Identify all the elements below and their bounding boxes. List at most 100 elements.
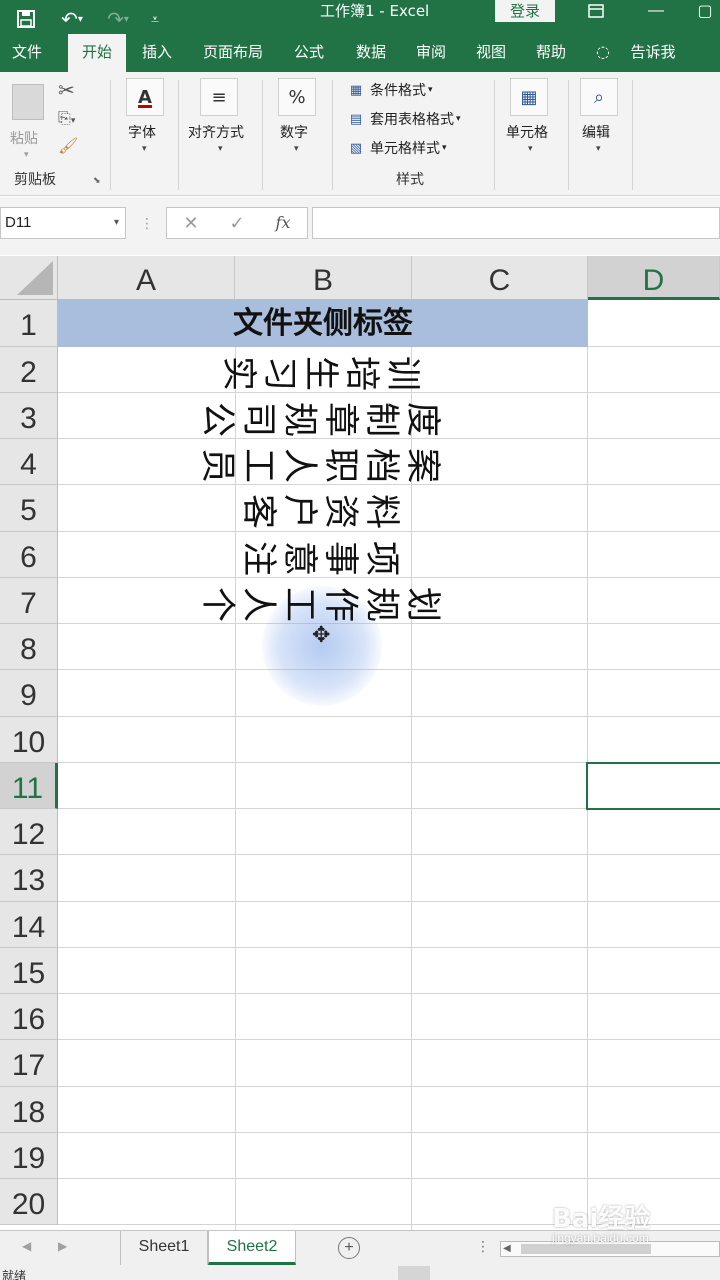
formula-input[interactable]	[312, 207, 720, 239]
tab-file[interactable]: 文件	[4, 34, 50, 72]
row-header-3[interactable]: 3	[0, 393, 58, 439]
clipboard-launcher-icon[interactable]: ⬊	[93, 176, 101, 186]
font-icon: A	[126, 78, 164, 116]
tab-data[interactable]: 数据	[346, 34, 396, 72]
tab-review[interactable]: 审阅	[406, 34, 456, 72]
tab-formulas[interactable]: 公式	[284, 34, 334, 72]
gridline	[58, 947, 720, 948]
cell-b3-entry[interactable]: 公司规章制度	[58, 396, 588, 447]
cell-b4-entry[interactable]: 员工人职档案	[58, 442, 588, 493]
row-header-4[interactable]: 4	[0, 439, 58, 485]
more-options-icon[interactable]: ⋮	[140, 207, 154, 239]
paste-button[interactable]: 粘贴 ▾	[6, 80, 50, 160]
chevron-down-icon: ▾	[113, 217, 119, 228]
cells-button[interactable]: ▦ 单元格 ▾	[504, 78, 560, 164]
row-header-12[interactable]: 12	[0, 809, 58, 855]
editing-button[interactable]: ⌕ 编辑 ▾	[578, 78, 624, 164]
cell-styles-label: 单元格样式	[370, 141, 440, 157]
row-header-11[interactable]: 11	[0, 763, 58, 809]
row-header-19[interactable]: 19	[0, 1133, 58, 1179]
formula-bar: D11 ▾ ⋮ ✕ ✓ fx	[0, 197, 720, 255]
more-sheets-icon[interactable]: ⋮	[476, 1238, 490, 1255]
select-all-icon	[17, 261, 53, 295]
conditional-formatting-button[interactable]: ▦ 条件格式 ▾	[346, 80, 433, 100]
tab-view[interactable]: 视图	[466, 34, 516, 72]
name-box[interactable]: D11 ▾	[0, 207, 126, 239]
insert-function-icon[interactable]: fx	[268, 207, 298, 239]
font-button[interactable]: A 字体 ▾	[122, 78, 168, 164]
maximize-icon[interactable]: ▢	[690, 0, 720, 22]
number-label: 数字	[280, 125, 308, 141]
row-header-14[interactable]: 14	[0, 902, 58, 948]
row-header-5[interactable]: 5	[0, 485, 58, 532]
ribbon-home: 粘贴 ▾ ✂ ⎘▾ 🖌 剪贴板 ⬊ A 字体 ▾ ≡ 对齐方式 ▾ % 数字 ▾…	[0, 72, 720, 196]
number-button[interactable]: % 数字 ▾	[274, 78, 320, 164]
row-header-8[interactable]: 8	[0, 624, 58, 670]
search-icon: ⌕	[580, 78, 618, 116]
styles-group-label: 样式	[396, 172, 424, 188]
row-header-9[interactable]: 9	[0, 670, 58, 717]
cell-b6-entry[interactable]: 注意事项	[58, 535, 588, 586]
row-header-17[interactable]: 17	[0, 1040, 58, 1087]
chevron-down-icon: ▾	[456, 114, 461, 124]
column-header-d[interactable]: D	[588, 256, 720, 300]
row-header-7[interactable]: 7	[0, 578, 58, 624]
chevron-down-icon: ▾	[428, 85, 433, 95]
add-sheet-icon[interactable]: +	[338, 1237, 360, 1259]
ribbon-separator	[632, 80, 633, 190]
cell-styles-button[interactable]: ▧ 单元格样式 ▾	[346, 138, 447, 158]
tab-page-layout[interactable]: 页面布局	[196, 34, 270, 72]
tab-home[interactable]: 开始	[68, 34, 126, 72]
row-header-6[interactable]: 6	[0, 532, 58, 578]
cell-b5-entry[interactable]: 客户资料	[58, 488, 588, 539]
paste-dropdown-icon: ▾	[24, 150, 29, 160]
cut-icon[interactable]: ✂	[58, 78, 75, 102]
cell-b2-entry[interactable]: 实习生培训	[58, 350, 588, 401]
normal-view-icon[interactable]	[398, 1266, 430, 1280]
sheet-next-icon[interactable]: ▶	[58, 1239, 67, 1253]
login-button[interactable]: 登录	[495, 0, 555, 22]
select-all-button[interactable]	[0, 256, 58, 300]
ribbon-display-icon[interactable]	[576, 0, 616, 22]
number-dropdown-icon: ▾	[294, 144, 299, 154]
format-painter-icon[interactable]: 🖌	[58, 136, 78, 155]
gridline	[58, 854, 720, 855]
column-header-b[interactable]: B	[235, 256, 412, 300]
page-break-view-icon[interactable]	[508, 1266, 540, 1280]
conditional-formatting-label: 条件格式	[370, 83, 426, 99]
row-header-1[interactable]: 1	[0, 300, 58, 347]
tab-help[interactable]: 帮助	[526, 34, 576, 72]
row-header-16[interactable]: 16	[0, 994, 58, 1040]
scroll-left-icon[interactable]: ◀	[503, 1242, 511, 1256]
scrollbar-thumb[interactable]	[521, 1244, 651, 1254]
tab-insert[interactable]: 插入	[132, 34, 182, 72]
page-layout-view-icon[interactable]	[456, 1266, 488, 1280]
format-as-table-button[interactable]: ▤ 套用表格格式 ▾	[346, 109, 461, 129]
column-header-a[interactable]: A	[58, 256, 235, 300]
cell-a1-title[interactable]: 文件夹侧标签	[58, 300, 588, 347]
tell-me-search[interactable]: 告诉我	[620, 34, 686, 72]
selected-cell-d11[interactable]	[586, 762, 720, 810]
cell-styles-icon: ▧	[349, 140, 363, 156]
cancel-icon[interactable]: ✕	[176, 207, 206, 239]
alignment-button[interactable]: ≡ 对齐方式 ▾	[186, 78, 256, 164]
row-header-2[interactable]: 2	[0, 347, 58, 393]
row-header-10[interactable]: 10	[0, 717, 58, 763]
table-icon: ▤	[349, 111, 363, 127]
copy-icon[interactable]: ⎘▾	[58, 108, 75, 128]
row-header-18[interactable]: 18	[0, 1087, 58, 1133]
row-header-15[interactable]: 15	[0, 948, 58, 994]
sheet-tab-sheet1[interactable]: Sheet1	[120, 1231, 208, 1265]
gridline	[58, 901, 720, 902]
editing-dropdown-icon: ▾	[596, 144, 601, 154]
sheet-tab-sheet2[interactable]: Sheet2	[208, 1231, 296, 1265]
editing-label: 编辑	[582, 125, 610, 141]
row-header-13[interactable]: 13	[0, 855, 58, 902]
cells-dropdown-icon: ▾	[528, 144, 533, 154]
gridline	[58, 716, 720, 717]
minimize-icon[interactable]: —	[636, 0, 676, 22]
row-header-20[interactable]: 20	[0, 1179, 58, 1225]
sheet-prev-icon[interactable]: ◀	[22, 1239, 31, 1253]
enter-icon[interactable]: ✓	[222, 207, 252, 239]
column-header-c[interactable]: C	[412, 256, 588, 300]
